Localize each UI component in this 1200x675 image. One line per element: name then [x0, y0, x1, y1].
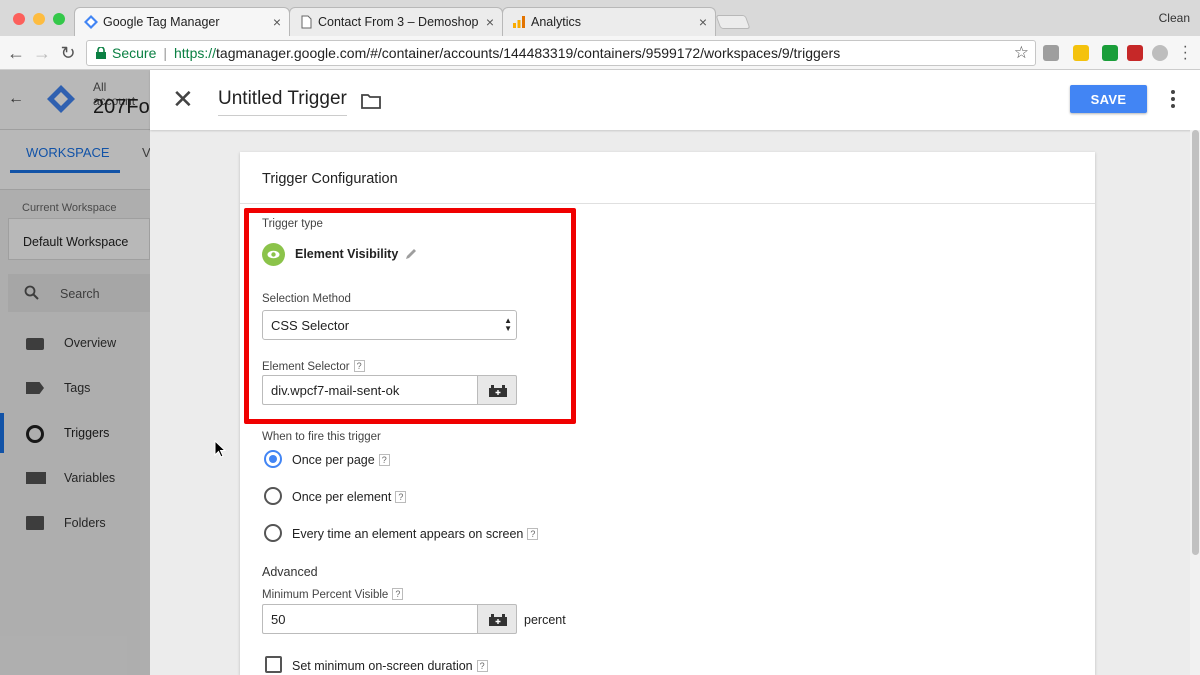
tab-contact-form[interactable]: Contact From 3 – Demoshop × — [289, 7, 503, 36]
scrollbar-thumb[interactable] — [1192, 130, 1199, 555]
scrollbar[interactable] — [1190, 130, 1200, 675]
percent-suffix: percent — [524, 613, 566, 627]
variable-block-icon — [489, 614, 507, 626]
url-scheme: https:// — [174, 45, 217, 61]
tab-label: Google Tag Manager — [103, 15, 220, 29]
reload-icon[interactable]: ↻ — [58, 43, 78, 64]
close-icon[interactable]: ✕ — [172, 84, 196, 114]
select-arrows-icon: ▲ ▼ — [504, 316, 512, 333]
min-percent-input[interactable]: 50 — [262, 604, 478, 634]
trigger-configuration-card: Trigger Configuration Trigger type Eleme… — [240, 152, 1095, 675]
address-bar[interactable]: Secure | https://tagmanager.google.com/#… — [86, 40, 1036, 66]
more-options-icon[interactable] — [1168, 88, 1178, 110]
on-extension-icon[interactable] — [1102, 45, 1118, 61]
trigger-editor-header: ✕ Untitled Trigger SAVE — [150, 70, 1200, 130]
eye-icon — [267, 250, 280, 259]
radio-once-per-element[interactable] — [264, 487, 282, 505]
help-icon[interactable]: ? — [378, 454, 390, 466]
element-selector-input[interactable]: div.wpcf7-mail-sent-ok — [262, 375, 478, 405]
help-icon[interactable]: ? — [527, 528, 539, 540]
code-extension-icon[interactable] — [1043, 45, 1059, 61]
tab-google-tag-manager[interactable]: Google Tag Manager × — [74, 7, 290, 36]
close-tab-icon[interactable]: × — [486, 14, 494, 30]
radio-option-row: Once per page? — [292, 453, 390, 467]
modal-overlay[interactable] — [0, 70, 150, 675]
maximize-window-button[interactable] — [53, 13, 65, 25]
radio-label[interactable]: Every time an element appears on screen — [292, 527, 523, 541]
bookmark-star-icon[interactable]: ☆ — [1014, 43, 1029, 63]
ghost-extension-icon[interactable] — [1152, 45, 1168, 61]
help-icon[interactable]: ? — [395, 491, 407, 503]
back-arrow-icon[interactable]: ← — [6, 43, 26, 64]
flag-extension-icon[interactable] — [1127, 45, 1143, 61]
browser-menu-icon[interactable]: · · · — [1183, 39, 1188, 67]
element-selector-label-row: Element Selector? — [262, 360, 365, 373]
radio-option-row: Every time an element appears on screen? — [292, 527, 539, 541]
browser-toolbar: ← → ↻ Secure | https://tagmanager.google… — [0, 36, 1200, 70]
browser-tab-bar: Google Tag Manager × Contact From 3 – De… — [0, 0, 1200, 36]
radio-label[interactable]: Once per element — [292, 490, 391, 504]
forward-arrow-icon[interactable]: → — [32, 43, 52, 64]
checkbox-row: Set minimum on-screen duration? — [292, 659, 488, 673]
variable-picker-button[interactable] — [477, 375, 517, 405]
tab-label: Contact From 3 – Demoshop — [318, 15, 479, 29]
tab-analytics[interactable]: Analytics × — [502, 7, 716, 36]
url-path: tagmanager.google.com/#/container/accoun… — [216, 45, 841, 61]
radio-option-row: Once per element? — [292, 490, 407, 504]
lock-icon — [96, 47, 106, 59]
gtm-favicon-icon — [84, 15, 98, 29]
help-icon[interactable]: ? — [353, 360, 365, 372]
folder-icon[interactable] — [361, 94, 381, 109]
minimize-window-button[interactable] — [33, 13, 45, 25]
close-window-button[interactable] — [13, 13, 25, 25]
selection-method-label: Selection Method — [262, 293, 351, 305]
help-icon[interactable]: ? — [476, 660, 488, 672]
min-percent-label: Minimum Percent Visible — [262, 589, 389, 601]
divider: | — [163, 45, 167, 61]
secure-label: Secure — [112, 45, 157, 61]
help-icon[interactable]: ? — [392, 588, 404, 600]
card-title: Trigger Configuration — [262, 171, 398, 187]
close-tab-icon[interactable]: × — [273, 14, 281, 30]
card-header: Trigger Configuration — [240, 152, 1095, 204]
advanced-heading: Advanced — [262, 565, 318, 579]
trigger-editor-panel: ✕ Untitled Trigger SAVE Trigger Configur… — [150, 70, 1200, 675]
trigger-type-label: Trigger type — [262, 218, 323, 230]
min-percent-label-row: Minimum Percent Visible? — [262, 588, 404, 601]
trigger-type-value[interactable]: Element Visibility — [295, 247, 398, 261]
url-text: https://tagmanager.google.com/#/containe… — [174, 45, 840, 61]
fire-trigger-label: When to fire this trigger — [262, 431, 381, 443]
element-selector-label: Element Selector — [262, 361, 350, 373]
variable-block-icon — [489, 385, 507, 397]
edit-pencil-icon[interactable] — [405, 247, 418, 260]
selection-method-select[interactable]: CSS Selector ▲ ▼ — [262, 310, 517, 340]
new-tab-button[interactable] — [715, 15, 751, 29]
variable-picker-button[interactable] — [477, 604, 517, 634]
save-button[interactable]: SAVE — [1070, 85, 1147, 113]
min-duration-label[interactable]: Set minimum on-screen duration — [292, 659, 473, 673]
tag-extension-icon[interactable] — [1073, 45, 1089, 61]
mouse-cursor-icon — [214, 440, 227, 458]
radio-once-per-page[interactable] — [264, 450, 282, 468]
analytics-favicon-icon — [513, 16, 525, 28]
document-icon — [301, 15, 312, 29]
min-duration-checkbox[interactable] — [265, 656, 282, 673]
selection-method-value: CSS Selector — [271, 318, 350, 333]
tab-label: Analytics — [531, 15, 582, 29]
trigger-name-field[interactable]: Untitled Trigger — [218, 88, 347, 116]
element-visibility-icon[interactable] — [262, 243, 285, 266]
radio-every-time[interactable] — [264, 524, 282, 542]
profile-name[interactable]: Clean — [1159, 11, 1190, 25]
close-tab-icon[interactable]: × — [699, 14, 707, 30]
radio-label[interactable]: Once per page — [292, 453, 375, 467]
